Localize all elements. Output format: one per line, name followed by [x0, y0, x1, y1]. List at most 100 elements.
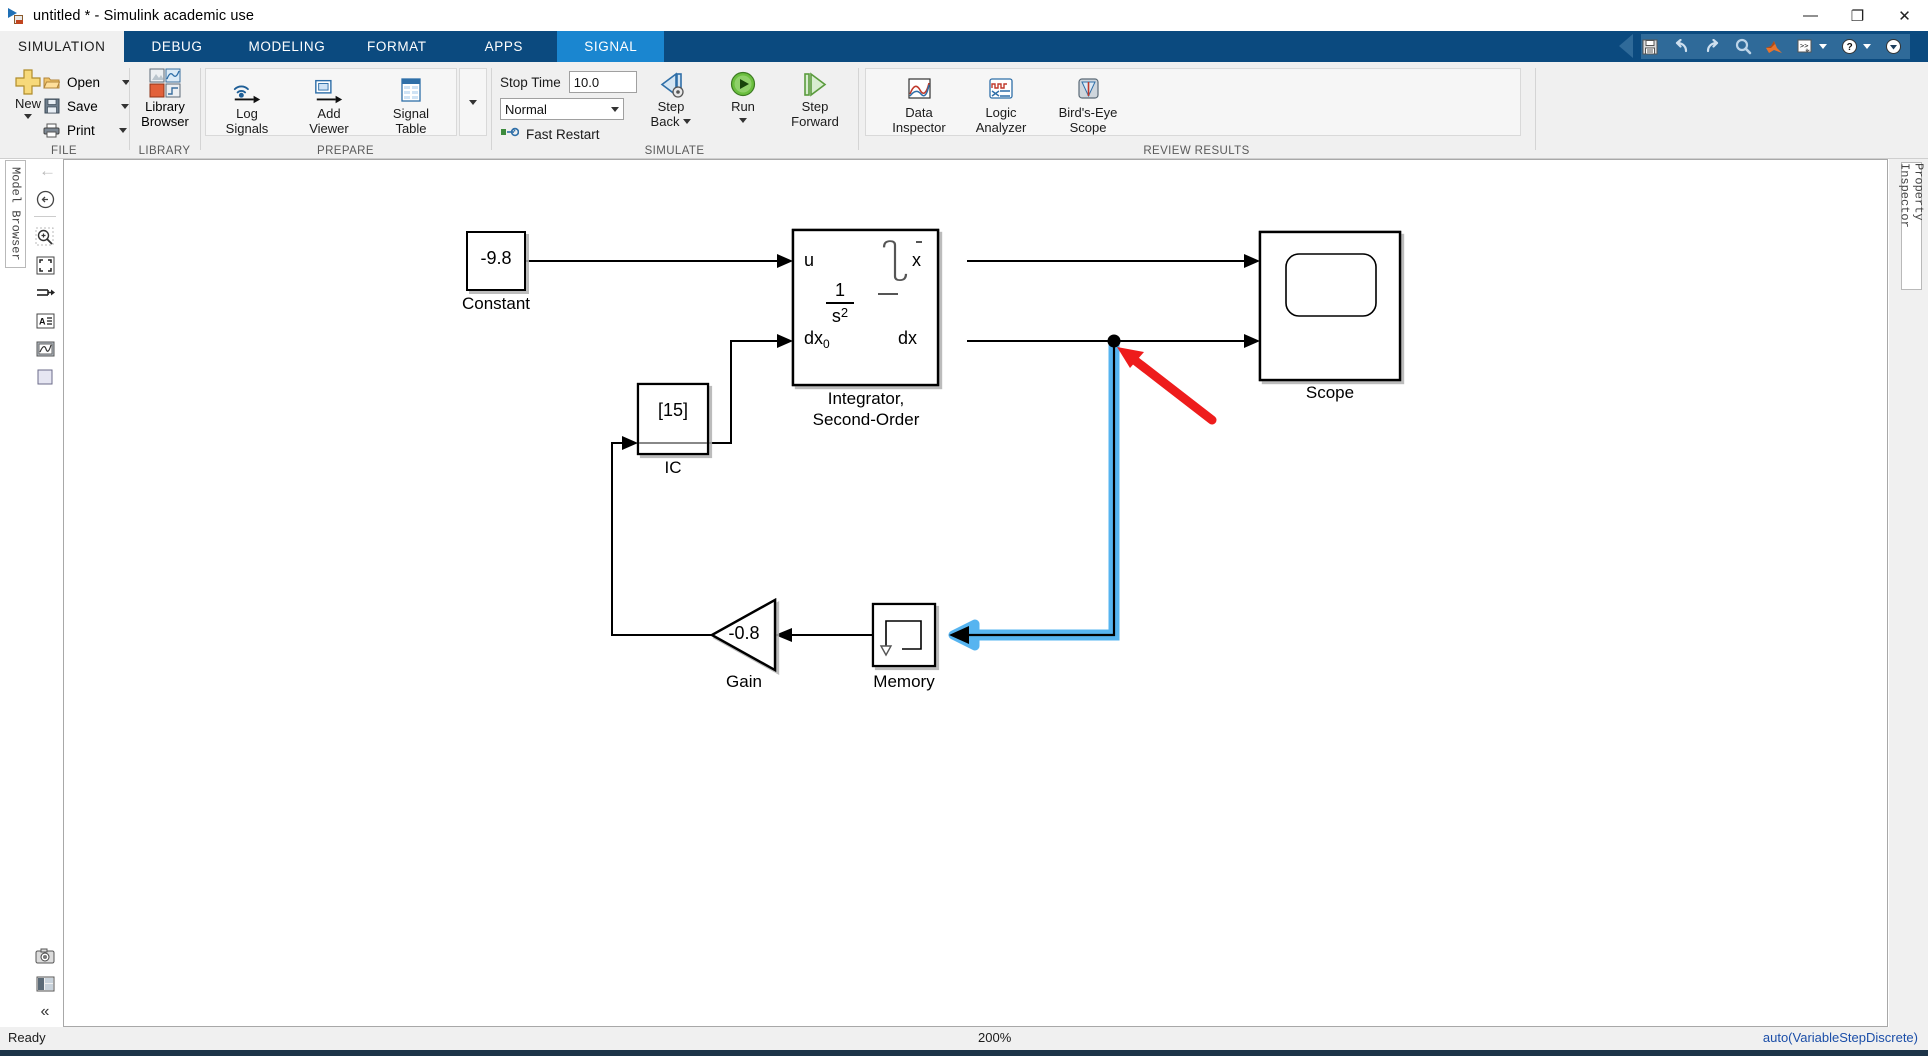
log-signals-label-line2: Signals [225, 121, 269, 136]
help-icon[interactable]: ? [1840, 38, 1858, 56]
svg-text:A: A [39, 317, 46, 327]
stop-time-input[interactable] [568, 71, 637, 93]
signal-dx-to-memory-selected[interactable] [948, 341, 1120, 651]
maximize-button[interactable]: ❐ [1834, 0, 1881, 31]
tab-debug[interactable]: DEBUG [124, 31, 231, 62]
birds-eye-scope-label-line1: Bird's-Eye [1058, 105, 1118, 120]
tab-apps[interactable]: APPS [450, 31, 557, 62]
open-label: Open [67, 74, 101, 90]
ribbon-group-prepare: Log Signals Add Viewer Signal Table PREP… [201, 62, 490, 159]
library-browser-label-line2: Browser [141, 114, 189, 129]
run-icon [730, 71, 756, 97]
step-back-label-line2: Back [650, 114, 680, 129]
property-inspector-tab[interactable]: Property Inspector [1898, 162, 1926, 290]
fast-restart-button[interactable]: Fast Restart [500, 125, 637, 144]
step-back-caret-icon[interactable] [683, 119, 692, 124]
data-inspector-button[interactable]: Data Inspector [878, 73, 960, 135]
log-signals-button[interactable]: Log Signals [206, 72, 288, 136]
print-button[interactable]: Print [42, 118, 130, 142]
red-arrow-annotation [1117, 347, 1217, 425]
ribbon: New Open Save Print FILE Library Browser… [0, 62, 1928, 159]
stop-time-label: Stop Time [500, 74, 561, 90]
fit-to-view-icon[interactable] [30, 185, 60, 213]
help-caret-icon[interactable] [1863, 44, 1871, 49]
add-viewer-button[interactable]: Add Viewer [288, 72, 370, 136]
add-viewer-icon [315, 79, 343, 104]
camera-icon[interactable] [30, 942, 60, 970]
save-button[interactable]: Save [42, 94, 130, 118]
library-browser-button[interactable]: Library Browser [140, 68, 190, 129]
block-scope[interactable] [1258, 230, 1402, 382]
run-button[interactable]: Run [707, 67, 779, 129]
prepare-overflow-button[interactable] [459, 68, 487, 136]
model-browser-label: Model Browser [8, 167, 23, 261]
ic-label: IC [664, 458, 682, 477]
simulation-mode-select[interactable]: Normal [500, 98, 624, 120]
tab-modeling[interactable]: MODELING [231, 31, 344, 62]
undo-icon[interactable] [1672, 38, 1690, 56]
tab-simulation[interactable]: SIMULATION [0, 31, 124, 62]
back-arrow-icon[interactable]: ← [38, 161, 57, 180]
matlab-icon[interactable] [1765, 38, 1783, 56]
open-button[interactable]: Open [42, 70, 131, 94]
logic-analyzer-label-line1: Logic [985, 105, 1017, 120]
window-controls: — ❐ ✕ [1787, 0, 1928, 31]
integrator-port-dx: dx [898, 328, 918, 348]
minimize-button[interactable]: — [1787, 0, 1834, 31]
model-canvas[interactable]: -9.8 Constant u dx0 x dx 1 s2 Integrator… [63, 159, 1888, 1027]
ribbon-group-prepare-label: PREPARE [317, 145, 374, 157]
save-icon[interactable] [1641, 38, 1659, 56]
signal-table-icon [401, 78, 421, 102]
step-back-button[interactable]: Step Back [635, 67, 707, 129]
save-caret-icon[interactable] [120, 103, 129, 109]
print-caret-icon[interactable] [118, 127, 127, 133]
command-caret-icon[interactable] [1819, 44, 1827, 49]
gain-value: -0.8 [728, 623, 760, 643]
layout-icon[interactable] [30, 970, 60, 998]
ribbon-group-library-label: LIBRARY [138, 145, 191, 157]
integrator-port-dx0: dx0 [804, 328, 830, 351]
redo-icon[interactable] [1703, 38, 1721, 56]
step-forward-label-line1: Step [801, 99, 829, 114]
search-icon[interactable] [1734, 38, 1752, 56]
signal-table-button[interactable]: Signal Table [370, 72, 452, 136]
zoom-in-icon[interactable] [30, 223, 60, 251]
ribbon-group-library: Library Browser LIBRARY [130, 62, 199, 159]
more-icon[interactable] [1884, 38, 1902, 56]
logic-analyzer-icon [989, 78, 1013, 99]
step-back-label-line1: Step [657, 99, 685, 114]
tab-signal[interactable]: SIGNAL [557, 31, 665, 62]
memory-label: Memory [873, 672, 935, 691]
command-icon[interactable]: >> [1796, 38, 1814, 56]
collapse-icon[interactable]: « [30, 998, 60, 1026]
ic-value: [15] [657, 400, 689, 420]
new-label: New [14, 96, 41, 111]
ribbon-group-file-label: FILE [51, 145, 77, 157]
scope-viewer-icon[interactable] [30, 335, 60, 363]
new-caret-icon[interactable] [24, 114, 32, 119]
subsystem-icon[interactable] [30, 363, 60, 391]
close-button[interactable]: ✕ [1881, 0, 1928, 31]
birds-eye-scope-button[interactable]: Bird's-Eye Scope [1042, 73, 1134, 135]
integrator-denominator: s2 [831, 305, 849, 326]
branch-dot[interactable] [1107, 334, 1121, 348]
signal-table-label-line1: Signal [392, 106, 430, 121]
run-caret-icon[interactable] [739, 118, 747, 123]
block-memory[interactable] [871, 602, 937, 668]
status-solver[interactable]: auto(VariableStepDiscrete) [1763, 1030, 1918, 1045]
tab-format[interactable]: FORMAT [343, 31, 450, 62]
annotation-icon[interactable]: A [30, 307, 60, 335]
step-back-icon [660, 72, 684, 98]
constant-value: -9.8 [480, 248, 512, 268]
signal-integrator-x-to-scope[interactable] [967, 254, 1260, 268]
scope-label: Scope [1305, 383, 1355, 402]
logic-analyzer-button[interactable]: Logic Analyzer [960, 73, 1042, 135]
fit-screen-icon[interactable] [30, 251, 60, 279]
signal-route-icon[interactable] [30, 279, 60, 307]
model-browser-tab[interactable]: Model Browser [5, 160, 26, 268]
signal-memory-to-gain[interactable] [775, 628, 873, 642]
step-forward-button[interactable]: Step Forward [779, 67, 851, 129]
simulation-mode-caret-icon [611, 106, 619, 112]
status-zoom-level[interactable]: 200% [978, 1030, 1011, 1045]
new-icon [15, 69, 41, 95]
